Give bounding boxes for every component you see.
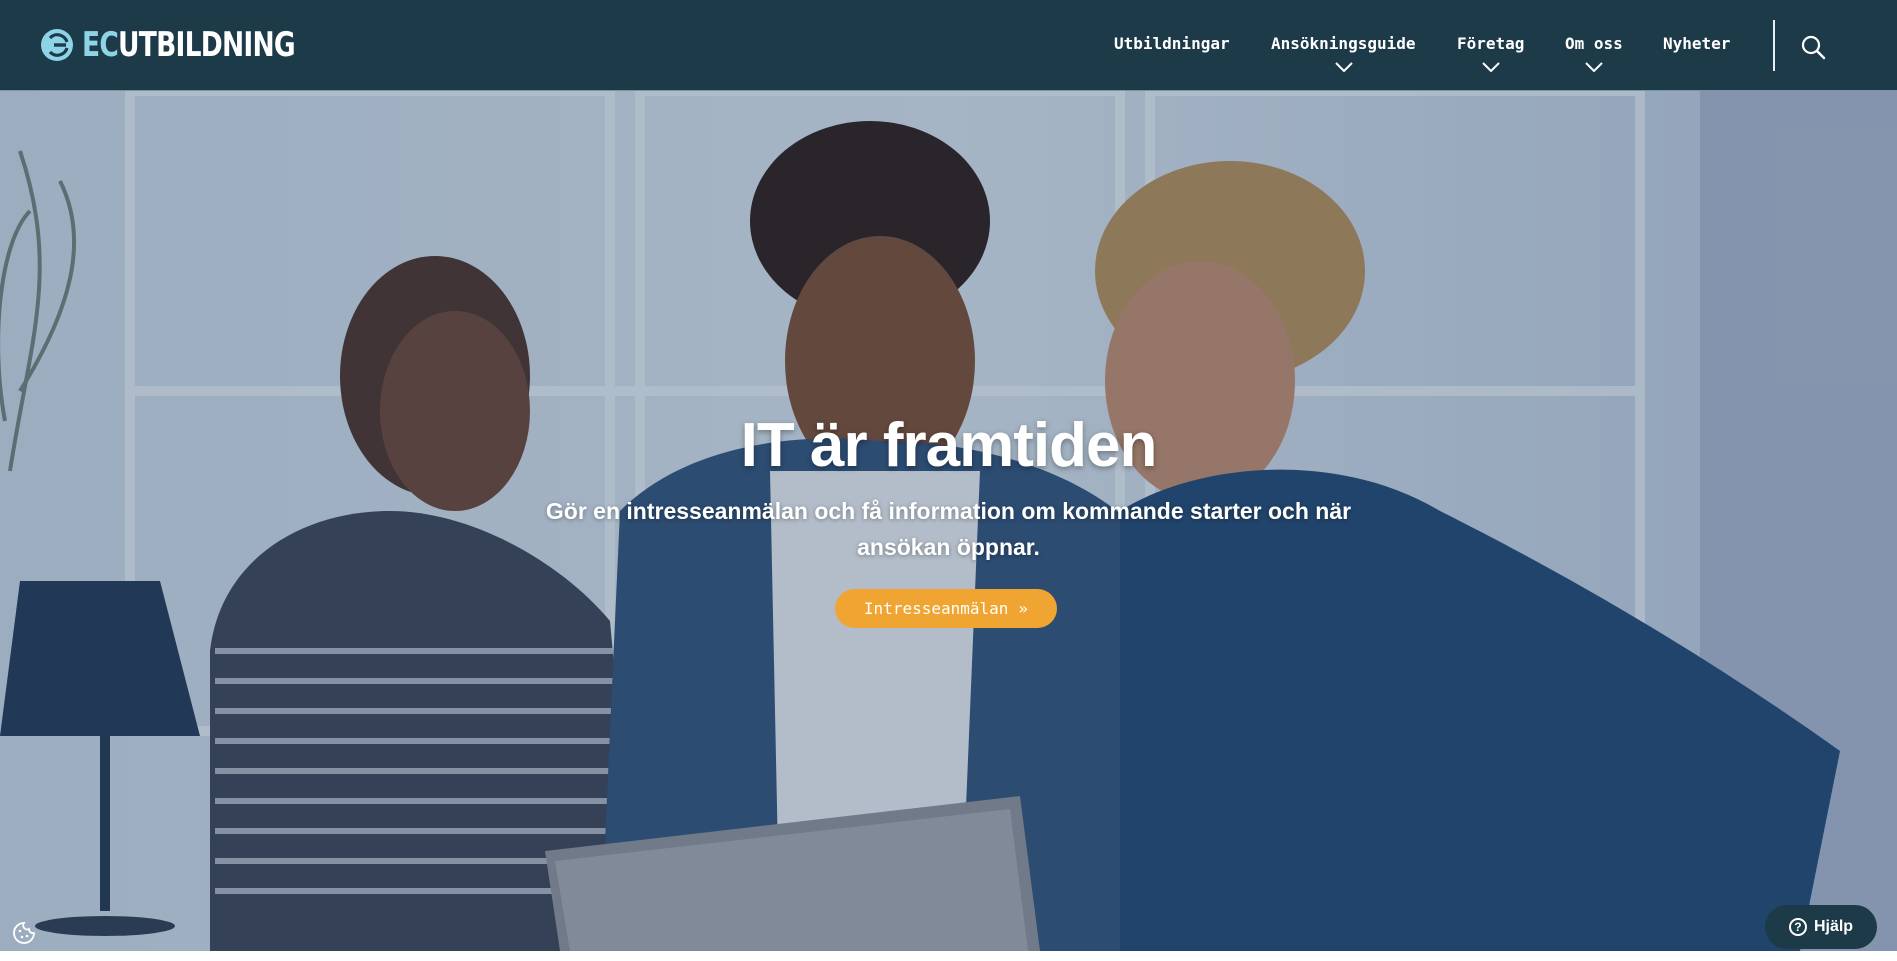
logo-rest-text: UTBILDNING <box>118 25 296 65</box>
nav-item-nyheter[interactable]: Nyheter <box>1663 34 1730 53</box>
search-icon[interactable] <box>1800 34 1826 60</box>
question-circle-icon: ? <box>1788 918 1807 936</box>
logo-mark-icon <box>41 29 73 61</box>
logo-wordmark: ECUTBILDNING <box>82 25 296 65</box>
chevron-down-icon[interactable] <box>1585 62 1603 72</box>
site-header: ECUTBILDNING Utbildningar Ansökningsguid… <box>0 0 1897 91</box>
nav-item-utbildningar[interactable]: Utbildningar <box>1114 34 1230 53</box>
help-label: Hjälp <box>1813 918 1854 935</box>
nav-item-om-oss[interactable]: Om oss <box>1565 34 1623 53</box>
hero-title: IT är framtiden <box>740 411 1158 480</box>
logo-ec-text: EC <box>82 25 119 65</box>
help-button[interactable]: ? Hjälp <box>1765 905 1877 949</box>
hero-banner: IT är framtiden Gör en intresseanmälan o… <box>0 91 1897 951</box>
cookie-icon[interactable] <box>12 921 36 945</box>
interest-signup-button[interactable]: Intresseanmälan » <box>835 589 1057 628</box>
chevron-down-icon[interactable] <box>1482 62 1500 72</box>
site-logo[interactable]: ECUTBILDNING <box>40 26 355 64</box>
hero-subtitle: Gör en intresseanmälan och få informatio… <box>545 498 1352 560</box>
content-strip <box>0 951 1897 961</box>
nav-divider <box>1773 20 1775 71</box>
chevron-down-icon[interactable] <box>1335 62 1353 72</box>
nav-item-foretag[interactable]: Företag <box>1457 34 1524 53</box>
cta-label: Intresseanmälan <box>863 599 1009 618</box>
double-chevron-right-icon: » <box>1018 599 1029 618</box>
nav-item-ansokningsguide[interactable]: Ansökningsguide <box>1271 34 1416 53</box>
